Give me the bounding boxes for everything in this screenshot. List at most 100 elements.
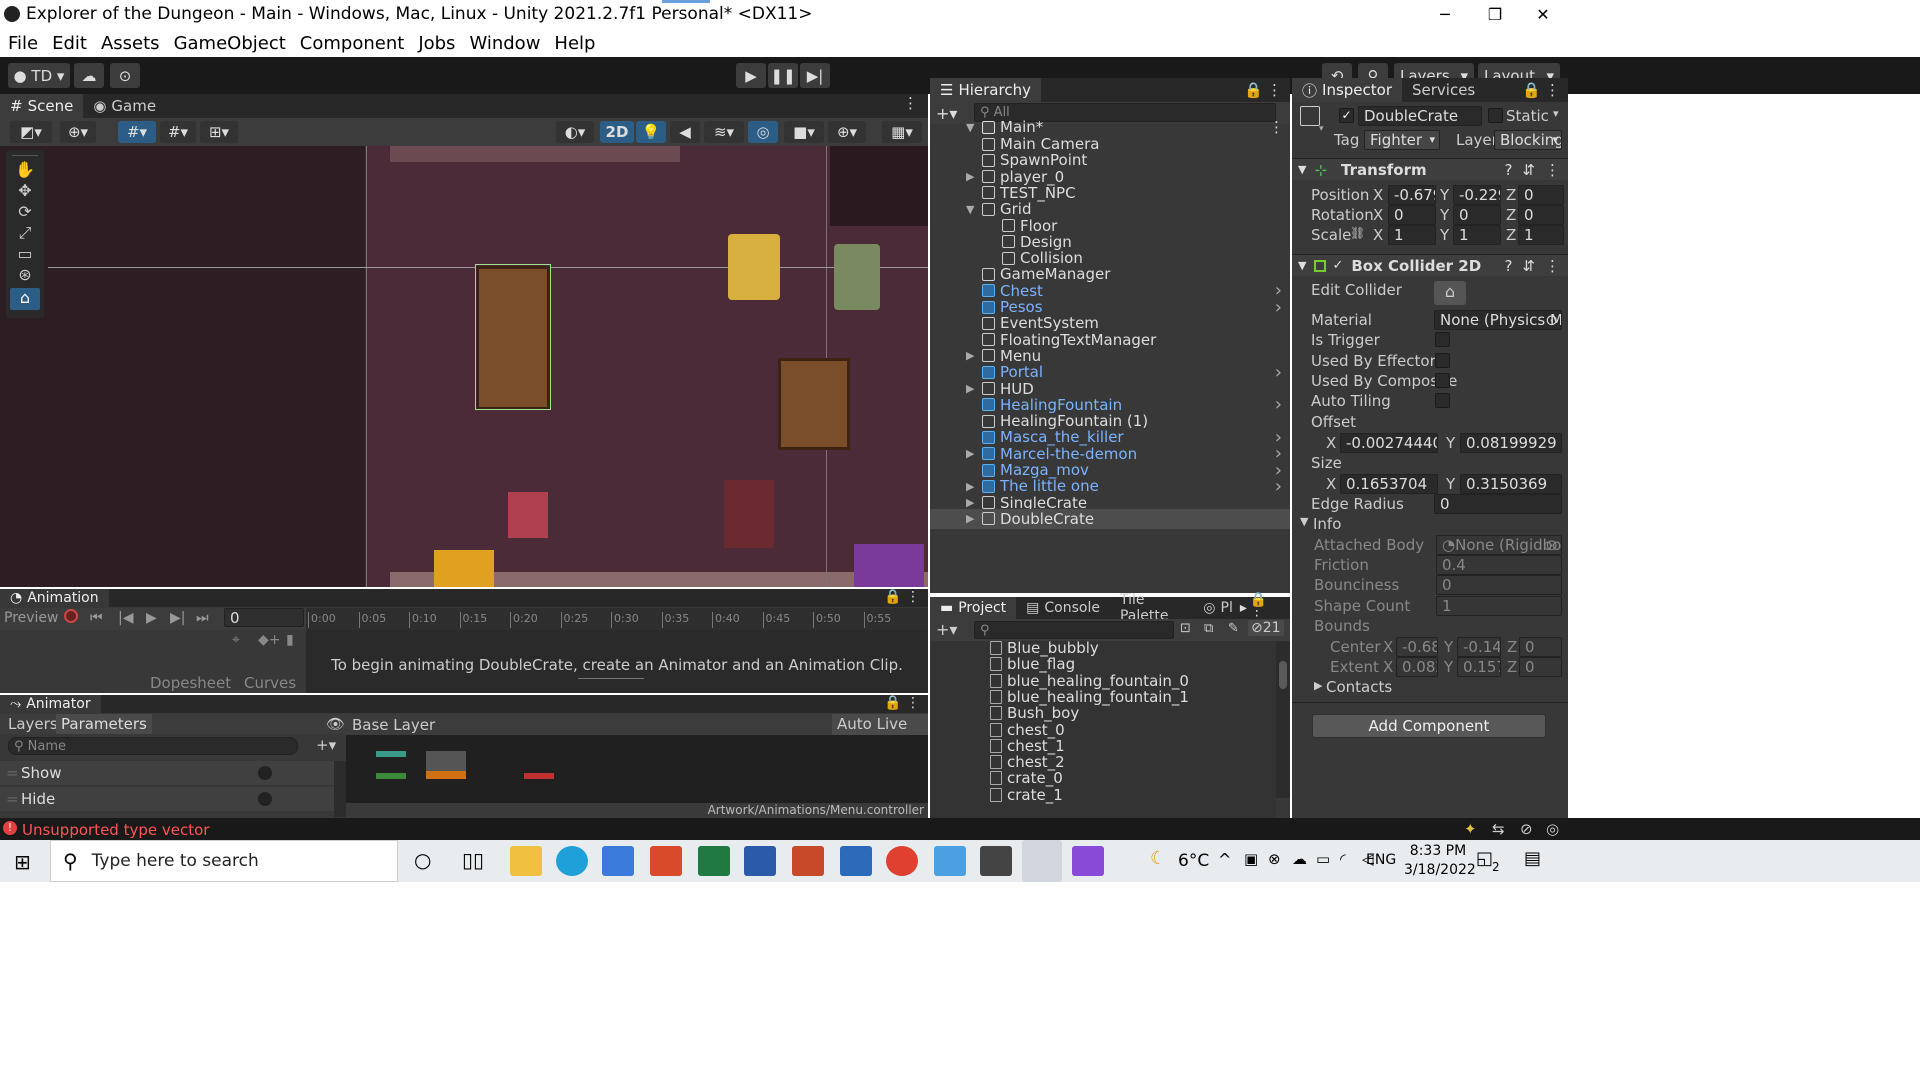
tab-layers[interactable]: Layers (8, 715, 58, 733)
rotation-x-input[interactable]: 0 (1388, 205, 1436, 225)
edge-radius-input[interactable]: 0 (1434, 494, 1562, 514)
clock-date[interactable]: 3/18/2022 (1404, 862, 1476, 878)
grid-button[interactable]: #▾ (160, 121, 196, 143)
move-tool-icon[interactable]: ✥ (10, 181, 40, 201)
favorite-icon[interactable]: ✎ (1228, 621, 1239, 636)
last-frame-icon[interactable]: ⏭ (196, 610, 209, 626)
asset-item[interactable]: chest_2 (990, 753, 1065, 771)
component-menu-icon[interactable]: ⋮ (1545, 161, 1560, 179)
expand-arrow-icon[interactable]: ▶ (966, 382, 982, 395)
menu-edit[interactable]: Edit (52, 33, 87, 54)
material-field[interactable]: None (Physics Ma ⊙ (1434, 310, 1562, 330)
pause-button[interactable]: ❚❚ (768, 63, 798, 88)
is-trigger-checkbox[interactable] (1435, 332, 1450, 347)
animator-graph[interactable] (346, 735, 928, 803)
debug-icon[interactable]: ⊘ (1520, 820, 1533, 838)
preset-icon[interactable]: ⇵ (1522, 257, 1535, 275)
preview-button[interactable]: Preview (4, 610, 59, 626)
collab-button[interactable]: ⊙ (110, 63, 140, 88)
animator-lock-icon[interactable]: 🔒 ⋮ (884, 695, 928, 713)
network-icon[interactable]: ⇆ (1492, 820, 1505, 838)
battery-icon[interactable]: ▭ (1316, 850, 1330, 868)
first-frame-icon[interactable]: ⏮ (90, 610, 103, 626)
collapse-arrow-icon[interactable]: ▼ (1298, 163, 1306, 176)
task-view-icon[interactable]: ▯▯ (462, 848, 484, 872)
add-component-button[interactable]: Add Component (1312, 714, 1546, 738)
step-button[interactable]: ▶| (800, 63, 830, 88)
clock-time[interactable]: 8:33 PM (1408, 843, 1468, 859)
lightbulb-icon[interactable]: ✦ (1464, 820, 1477, 838)
expand-arrow-icon[interactable]: ▶ (966, 170, 982, 183)
tab-inspector[interactable]: ⓘ Inspector (1292, 78, 1402, 102)
menu-component[interactable]: Component (300, 33, 405, 54)
edit-collider-tool-icon[interactable]: ⌂ (10, 288, 40, 310)
scrollbar-thumb[interactable] (1279, 661, 1287, 689)
tab-project[interactable]: ▬ Project (930, 597, 1017, 619)
preset-icon[interactable]: ⇵ (1522, 161, 1535, 179)
windows-start-icon[interactable]: ⊞ (14, 850, 31, 874)
menu-window[interactable]: Window (469, 33, 540, 54)
menu-jobs[interactable]: Jobs (418, 33, 455, 54)
tray-security-icon[interactable]: ⊗ (1268, 850, 1281, 868)
tab-parameters[interactable]: Parameters (56, 714, 152, 734)
project-lock-icon[interactable]: 🔒 ⋮ (1250, 592, 1290, 624)
params-scrollbar[interactable] (334, 761, 346, 817)
menu-help[interactable]: Help (554, 33, 595, 54)
visual-studio-icon[interactable] (1072, 846, 1104, 876)
lock-icon[interactable]: 🔒 (1244, 78, 1267, 102)
powerpoint-icon[interactable] (792, 846, 824, 876)
mode-2d-button[interactable]: 2D (600, 121, 634, 143)
shading-button[interactable]: ◐▾ (556, 121, 594, 143)
play-button[interactable]: ▶ (736, 63, 766, 88)
status-error-message[interactable]: Unsupported type vector (22, 821, 209, 839)
filter-icon[interactable]: ⌖ (232, 632, 240, 648)
asset-item[interactable]: Bush_boy (990, 704, 1079, 722)
timeline-ruler[interactable]: 0:00 0:05 0:10 0:15 0:20 0:25 0:30 0:35 0:40 0:45… (306, 608, 928, 630)
create-plus-icon[interactable]: +▾ (936, 104, 957, 123)
hand-tool-icon[interactable]: ✋ (10, 160, 40, 180)
tab-animation[interactable]: ◔ Animation (0, 589, 109, 607)
mail-icon[interactable] (840, 846, 872, 876)
tag-dropdown[interactable]: Fighter ▾ (1364, 130, 1440, 150)
tray-onedrive-icon[interactable]: ☁ (1292, 850, 1307, 868)
scene-viewport[interactable]: ✋ ✥ ⟳ ⤢ ▭ ⊛ ⌂ (0, 146, 928, 587)
dopesheet-tab[interactable]: Dopesheet (150, 674, 231, 692)
position-y-input[interactable]: -0.229 (1453, 185, 1501, 205)
slime-sprite[interactable] (854, 544, 924, 587)
player-sprite[interactable] (728, 234, 780, 300)
used-by-effector-checkbox[interactable] (1435, 353, 1450, 368)
static-checkbox[interactable] (1488, 108, 1503, 123)
scale-tool-icon[interactable]: ⤢ (10, 223, 40, 243)
excel-icon[interactable] (698, 846, 730, 876)
asset-item[interactable]: blue_healing_fountain_1 (990, 688, 1189, 706)
offset-x-input[interactable]: -0.002744406 (1340, 433, 1438, 453)
any-state-node[interactable] (376, 773, 406, 779)
animation-lock-icon[interactable]: 🔒 ⋮ (884, 589, 928, 607)
hierarchy-menu-icon[interactable]: ⋮ (1267, 78, 1290, 102)
unity-hub-icon[interactable] (980, 846, 1012, 876)
active-checkbox[interactable]: ✓ (1339, 108, 1354, 123)
account-dropdown[interactable]: ● TD ▾ (8, 63, 70, 88)
snap-button[interactable]: #▾ (118, 121, 156, 143)
wifi-icon[interactable]: ◜ (1340, 850, 1346, 868)
layer-dropdown[interactable]: Blocking ▾ (1494, 130, 1562, 150)
tab-tile-palette[interactable]: Tile Palette (1110, 592, 1199, 624)
drag-handle-icon[interactable]: = (6, 764, 19, 782)
project-search-input[interactable]: ⚲ (974, 621, 1174, 639)
transform-tool-icon[interactable]: ⊛ (10, 265, 40, 285)
chrome-icon[interactable] (886, 846, 918, 876)
state-node-active[interactable] (426, 771, 466, 779)
hidden-packages-toggle[interactable]: ⊘21 (1248, 620, 1284, 636)
asset-item[interactable]: crate_0 (990, 769, 1063, 787)
curves-tab[interactable]: Curves (244, 674, 296, 692)
parameter-row[interactable]: = Show (0, 761, 334, 785)
position-x-input[interactable]: -0.679 (1388, 185, 1436, 205)
rotation-y-input[interactable]: 0 (1453, 205, 1501, 225)
asset-item[interactable]: chest_0 (990, 721, 1065, 739)
transform-header[interactable]: ▼ ⊹ Transform ? ⇵ ⋮ (1292, 158, 1568, 180)
contacts-expand-icon[interactable]: ▶ (1314, 679, 1322, 692)
eye-icon[interactable]: 👁 (326, 715, 345, 733)
frame-input[interactable]: 0 (224, 608, 304, 627)
audio-button[interactable]: ◀ (670, 121, 700, 143)
offset-y-input[interactable]: 0.08199929 (1460, 433, 1562, 453)
